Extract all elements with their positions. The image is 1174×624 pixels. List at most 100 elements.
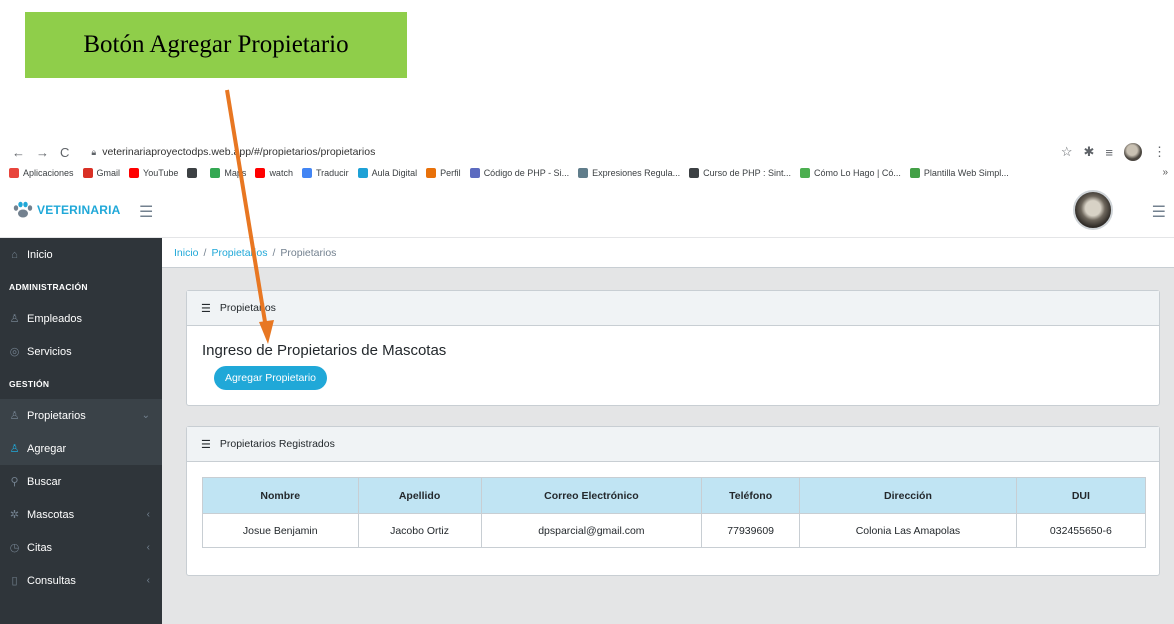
bookmark-item[interactable] — [187, 168, 201, 178]
table-cell: Jacobo Ortiz — [357, 513, 482, 548]
column-header[interactable]: DUI — [1015, 477, 1147, 514]
bookmark-label: Código de PHP - Si... — [483, 168, 570, 178]
bookmark-label: Cómo Lo Hago | Có... — [814, 168, 901, 178]
star-icon[interactable]: ☆ — [1061, 144, 1073, 160]
browser-address-bar: ← → C 🔒︎ veterinariaproyectodps.web.app/… — [0, 140, 1174, 164]
sidebar-item-empleados[interactable]: ♙ Empleados — [0, 302, 162, 335]
column-header[interactable]: Nombre — [202, 477, 359, 514]
php-icon — [469, 168, 480, 178]
registered-owners-header: ☰ Propietarios Registrados — [187, 427, 1159, 462]
sidebar-item-mascotas[interactable]: ✲ Mascotas ‹ — [0, 498, 162, 531]
profile-avatar[interactable] — [1124, 143, 1142, 161]
aside-toggle-icon[interactable]: ☰ — [1152, 202, 1166, 222]
search-icon: ⚲ — [10, 476, 19, 488]
column-header[interactable]: Correo Electrónico — [480, 477, 703, 514]
breadcrumb-current: Propietarios — [280, 246, 337, 259]
user-icon: ♙ — [9, 410, 20, 422]
brand-logo[interactable]: VETERINARIA — [12, 201, 121, 219]
sidebar-item-propietarios[interactable]: ♙ Propietarios ⌄ — [0, 399, 162, 432]
paw-icon — [13, 201, 33, 217]
bookmark-item[interactable]: Maps — [210, 168, 246, 178]
bookmark-label: watch — [269, 168, 293, 178]
howto-icon — [800, 168, 811, 178]
owners-card: ☰ Propietarios Ingreso de Propietarios d… — [186, 290, 1160, 406]
menu-kebab-icon[interactable]: ⋮ — [1153, 144, 1166, 160]
sidebar-item-citas[interactable]: ◷ Citas ‹ — [0, 531, 162, 564]
gmail-icon — [82, 168, 93, 178]
bookmarks-overflow-icon[interactable]: » — [1162, 167, 1168, 178]
bookmark-label: Curso de PHP : Sint... — [703, 168, 792, 178]
owners-table: Nombre Apellido Correo Electrónico Teléfono… — [202, 477, 1147, 548]
sidebar-item-label: Consultas — [27, 574, 76, 587]
forward-icon[interactable]: → — [36, 145, 49, 160]
bookmark-item[interactable]: Expresiones Regula... — [578, 168, 680, 178]
url-text[interactable]: veterinariaproyectodps.web.app/#/propiet… — [102, 146, 375, 158]
sidebar-item-label: Mascotas — [27, 508, 75, 521]
sidebar-item-label: Inicio — [27, 248, 53, 261]
column-header[interactable]: Apellido — [357, 477, 482, 514]
sidebar-item-inicio[interactable]: ⌂ Inicio — [0, 238, 162, 271]
sidebar-item-servicios[interactable]: ◎ Servicios — [0, 335, 162, 368]
sidebar-title-gestion: GESTIÓN — [9, 378, 50, 389]
sidebar: ⌂ Inicio ADMINISTRACIÓN ♙ Empleados ◎ Servicio… — [0, 238, 162, 624]
breadcrumb-section[interactable]: Propietarios — [211, 247, 267, 259]
column-header[interactable]: Teléfono — [701, 477, 801, 514]
breadcrumb: Inicio / Propietarios / Propietarios — [162, 238, 1174, 268]
bookmark-item[interactable]: Perfil — [426, 168, 461, 178]
add-owner-button[interactable]: Agregar Propietario — [214, 366, 327, 390]
bookmark-label: Traducir — [315, 168, 349, 178]
apps-grid-icon — [9, 168, 19, 178]
sidebar-item-label: Empleados — [27, 312, 83, 325]
bookmark-item[interactable]: Cómo Lo Hago | Có... — [800, 168, 901, 178]
bookmark-item[interactable]: Traducir — [301, 168, 349, 178]
globe-icon — [187, 168, 198, 178]
sidebar-item-consultas[interactable]: ▯ Consultas ‹ — [0, 564, 162, 597]
bookmark-label: Aula Digital — [371, 168, 418, 178]
owners-card-header: ☰ Propietarios — [187, 291, 1159, 326]
sidebar-item-buscar[interactable]: ⚲ Buscar — [0, 465, 162, 498]
profile-icon — [426, 168, 437, 178]
bookmark-item[interactable]: YouTube — [129, 168, 178, 178]
bookmark-item[interactable]: watch — [255, 168, 293, 178]
bookmark-item[interactable]: Aula Digital — [357, 168, 418, 178]
reload-icon[interactable]: C — [60, 145, 69, 160]
pet-icon: ✲ — [9, 509, 20, 521]
reading-list-icon[interactable]: ≡ — [1105, 145, 1113, 160]
bookmark-item[interactable]: Plantilla Web Simpl... — [909, 168, 1009, 178]
user-avatar[interactable] — [1073, 190, 1113, 230]
user-icon: ♙ — [9, 313, 20, 325]
globe-icon — [689, 168, 700, 178]
bookmark-item[interactable]: Código de PHP - Si... — [469, 168, 570, 178]
bookmark-item[interactable]: Curso de PHP : Sint... — [689, 168, 791, 178]
app-header: VETERINARIA ☰ ☰ — [0, 182, 1174, 238]
table-cell: 77939609 — [701, 513, 801, 548]
sidebar-toggle-icon[interactable]: ☰ — [139, 202, 153, 222]
youtube-icon — [255, 168, 266, 178]
bookmarks-bar: Aplicaciones Gmail YouTube Maps watch Traduci… — [0, 164, 1174, 182]
code-icon — [909, 168, 920, 178]
bookmark-label: Aplicaciones — [23, 168, 74, 178]
aula-icon — [357, 168, 368, 178]
sidebar-title-administracion: ADMINISTRACIÓN — [9, 281, 88, 292]
bookmark-item[interactable]: Gmail — [82, 168, 120, 178]
breadcrumb-home[interactable]: Inicio — [174, 247, 199, 259]
registered-owners-card: ☰ Propietarios Registrados Nombre Apellid… — [186, 426, 1160, 576]
column-header[interactable]: Dirección — [799, 477, 1017, 514]
page-title: Ingreso de Propietarios de Mascotas — [202, 342, 447, 359]
sidebar-item-agregar[interactable]: ♙ Agregar — [0, 432, 162, 465]
youtube-icon — [129, 168, 140, 178]
chevron-icon: ⌄ — [141, 410, 150, 421]
bookmark-item[interactable]: Aplicaciones — [9, 168, 74, 178]
back-icon[interactable]: ← — [12, 145, 25, 160]
bookmark-label: Plantilla Web Simpl... — [923, 168, 1009, 178]
brand-name: VETERINARIA — [37, 202, 121, 217]
main-content: Inicio / Propietarios / Propietarios ☰ P… — [162, 238, 1174, 624]
extensions-icon[interactable]: ✱ — [1084, 144, 1095, 160]
translate-icon — [301, 168, 312, 178]
bookmark-label: Maps — [224, 168, 247, 178]
sidebar-item-label: Servicios — [27, 345, 72, 358]
home-icon: ⌂ — [11, 248, 18, 261]
table-cell: Colonia Las Amapolas — [799, 513, 1017, 548]
table-row[interactable]: Josue Benjamin Jacobo Ortiz dpsparcial@gma… — [202, 513, 1147, 548]
breadcrumb-separator: / — [203, 246, 207, 259]
